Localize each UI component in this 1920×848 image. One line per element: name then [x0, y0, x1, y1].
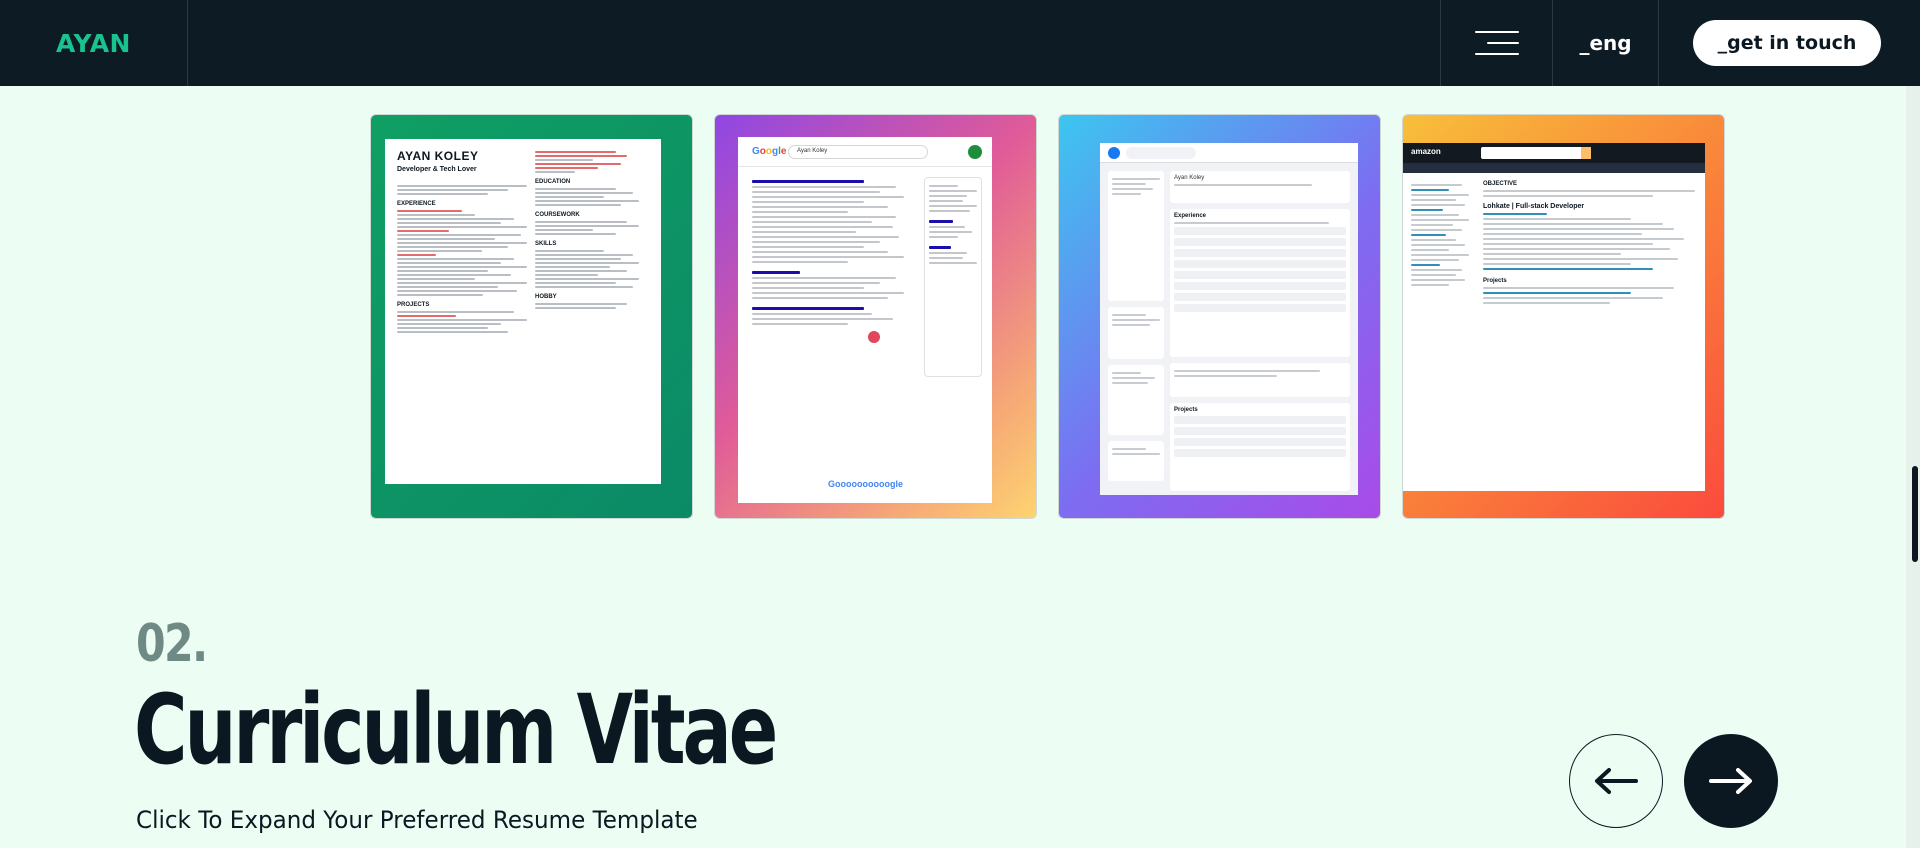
logo-cell[interactable]: AYAN [0, 0, 188, 86]
template-preview-facebook: Ayan Koley Experience Projects [1100, 143, 1358, 495]
preview-facebook-feed: Ayan Koley Experience Projects [1170, 171, 1350, 495]
template-preview-google: Google Ayan Koley Goooooooooogle [738, 137, 992, 503]
section-subtitle: Click To Expand Your Preferred Resume Te… [136, 806, 698, 834]
preview-google-results [752, 177, 912, 328]
preview-cursor-dot [868, 331, 880, 343]
template-card-google[interactable]: Google Ayan Koley Goooooooooogle [714, 114, 1037, 519]
get-in-touch-button[interactable]: _get in touch [1693, 20, 1881, 66]
preview-facebook-name: Ayan Koley [1174, 175, 1205, 181]
template-card-classic[interactable]: AYAN KOLEY Developer & Tech Lover EXPERI… [370, 114, 693, 519]
preview-google-sidepanel [924, 177, 982, 377]
carousel-prev-button[interactable] [1569, 734, 1663, 828]
preview-section-heading: COURSEWORK [535, 212, 580, 218]
top-navbar: AYAN _eng _get in touch [0, 0, 1920, 86]
preview-facebook-header [1100, 143, 1358, 163]
preview-facebook-search [1126, 147, 1196, 159]
preview-facebook-sidebar [1108, 171, 1164, 485]
facebook-logo-icon [1108, 147, 1120, 159]
template-preview-classic: AYAN KOLEY Developer & Tech Lover EXPERI… [385, 139, 661, 484]
preview-amazon-search [1481, 147, 1591, 159]
arrow-right-icon [1709, 768, 1752, 794]
preview-google-logo: Google [752, 146, 787, 157]
language-switch[interactable]: _eng [1552, 0, 1659, 86]
arrow-left-icon [1595, 768, 1638, 794]
preview-section-heading: OBJECTIVE [1483, 181, 1518, 187]
preview-section-heading: HOBBY [535, 294, 557, 300]
carousel-next-button[interactable] [1684, 734, 1778, 828]
preview-amazon-subnav [1403, 163, 1705, 173]
template-preview-amazon: amazon OBJECTIVE Lohkate | Full-stack De… [1403, 143, 1705, 491]
preview-right-column: EDUCATION COURSEWORK SKILLS HOBBY [535, 149, 650, 311]
section-title: Curriculum Vitae [134, 674, 778, 786]
hamburger-menu-icon[interactable] [1474, 31, 1519, 55]
preview-section-heading: PROJECTS [397, 302, 430, 308]
template-card-amazon[interactable]: amazon OBJECTIVE Lohkate | Full-stack De… [1402, 114, 1725, 519]
preview-section-heading: SKILLS [535, 241, 557, 247]
preview-amazon-title: Lohkate | Full-stack Developer [1483, 203, 1585, 210]
preview-avatar [968, 145, 982, 159]
preview-google-header: Google Ayan Koley [738, 137, 992, 167]
preview-google-search: Ayan Koley [788, 145, 928, 159]
preview-left-column: EXPERIENCE PROJECTS [397, 183, 527, 335]
preview-amazon-logo: amazon [1411, 147, 1441, 156]
preview-section-heading: EXPERIENCE [397, 201, 436, 207]
preview-amazon-header: amazon [1403, 143, 1705, 163]
section-number: 02. [136, 614, 208, 674]
preview-amazon-content: OBJECTIVE Lohkate | Full-stack Developer… [1483, 181, 1695, 307]
preview-amazon-filters [1411, 181, 1475, 289]
scrollbar-thumb[interactable] [1912, 466, 1918, 562]
preview-google-pager: Goooooooooogle [828, 479, 903, 489]
site-logo[interactable]: AYAN [56, 29, 131, 58]
preview-section-heading: Experience [1174, 213, 1207, 219]
preview-section-heading: Projects [1483, 278, 1507, 284]
menu-button[interactable] [1440, 0, 1552, 86]
template-card-facebook[interactable]: Ayan Koley Experience Projects [1058, 114, 1381, 519]
preview-section-heading: EDUCATION [535, 179, 571, 185]
preview-section-heading: Projects [1174, 407, 1198, 413]
